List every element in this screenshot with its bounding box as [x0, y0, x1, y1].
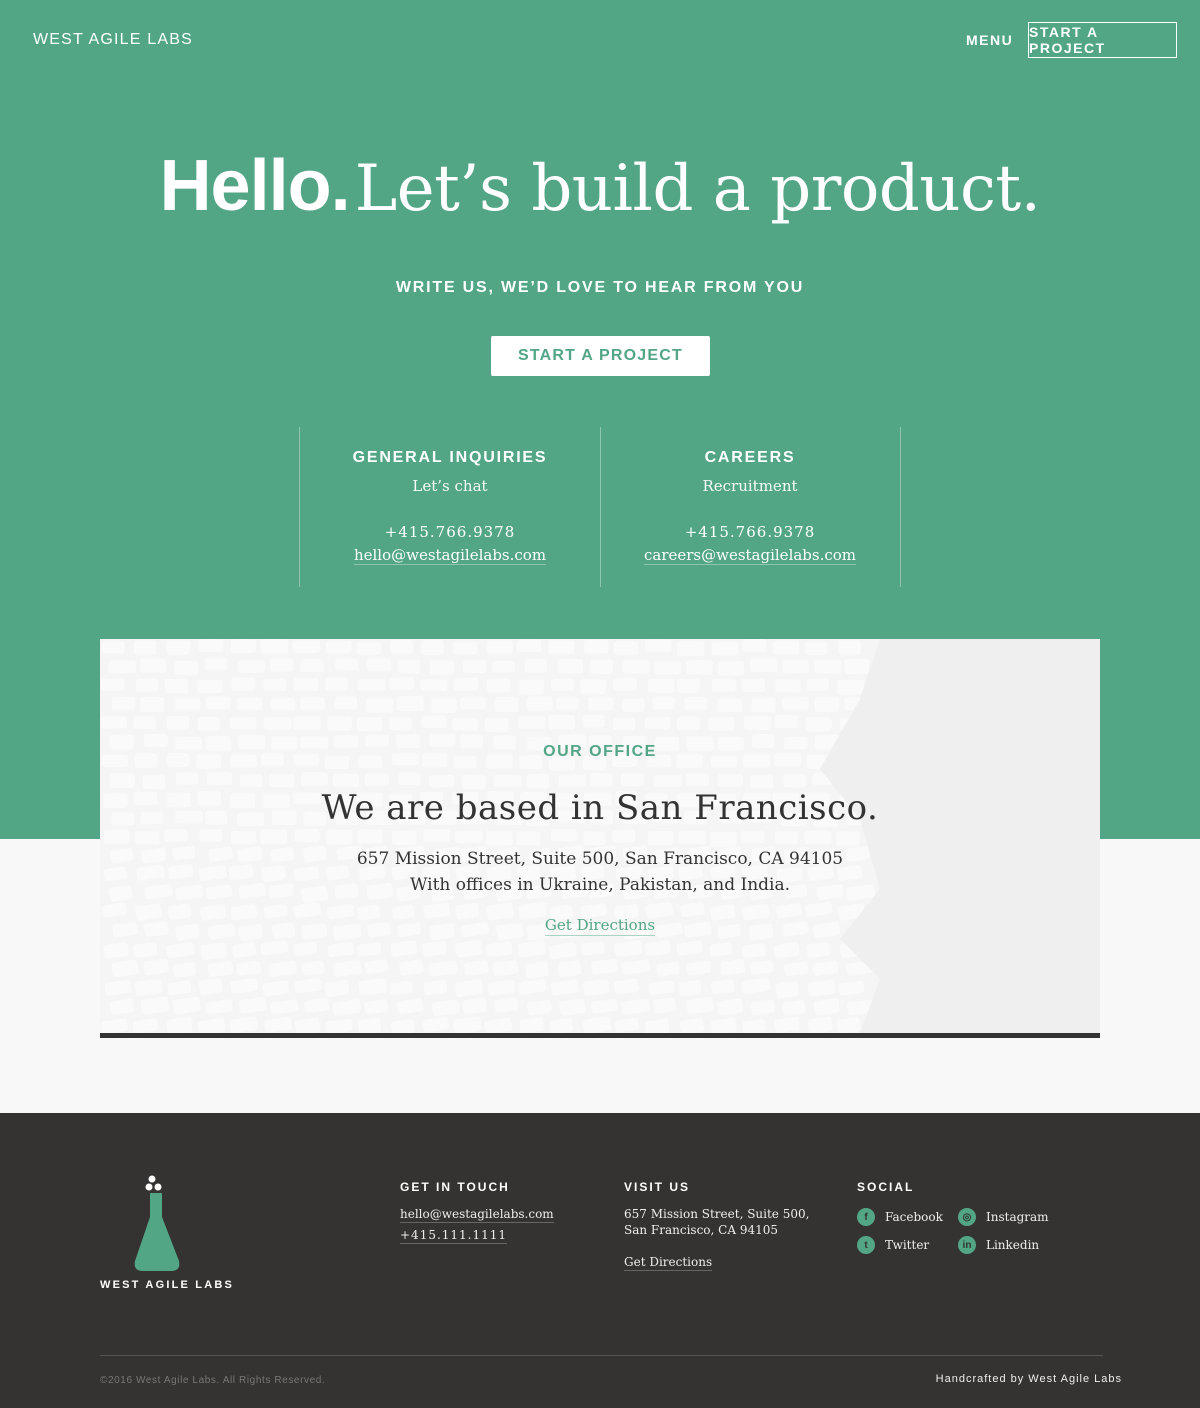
footer-heading: SOCIAL: [857, 1180, 915, 1194]
footer-visit-us: VISIT US 657 Mission Street, Suite 500, …: [624, 1180, 809, 1271]
footer-social: SOCIAL: [857, 1180, 914, 1196]
contact-careers: CAREERS Recruitment +415.766.9378 career…: [600, 449, 900, 565]
street-map-background: [100, 639, 1100, 1033]
social-label: Facebook: [885, 1210, 943, 1224]
office-label: OUR OFFICE: [543, 743, 657, 760]
social-label: Linkedin: [986, 1238, 1040, 1252]
contact-email-link[interactable]: hello@westagilelabs.com: [353, 546, 547, 565]
contact-desc: Recruitment: [702, 477, 798, 495]
hero-subhead: WRITE US, WE’D LOVE TO HEAR FROM YOU: [395, 279, 805, 296]
footer-email-link[interactable]: hello@westagilelabs.com: [400, 1206, 554, 1223]
footer-logo-text: WEST AGILE LABS: [100, 1279, 235, 1291]
copyright-text: ©2016 West Agile Labs. All Rights Reserv…: [100, 1375, 326, 1386]
social-instagram-link[interactable]: ◎ Instagram: [958, 1208, 1049, 1226]
footer-directions-link[interactable]: Get Directions: [624, 1254, 713, 1271]
footer-address-line: 657 Mission Street, Suite 500,: [624, 1207, 810, 1221]
footer-divider: [100, 1355, 1103, 1356]
site-logo[interactable]: WEST AGILE LABS: [33, 31, 193, 49]
social-twitter-link[interactable]: t Twitter: [857, 1236, 929, 1254]
footer: WEST AGILE LABS GET IN TOUCH hello@westa…: [0, 1113, 1200, 1408]
contact-title: GENERAL INQUIRIES: [352, 449, 548, 466]
facebook-icon: f: [857, 1208, 875, 1226]
footer-phone-link[interactable]: +415.111.1111: [400, 1227, 508, 1244]
nav-start-project-button[interactable]: START A PROJECT: [1028, 22, 1177, 58]
get-directions-link[interactable]: Get Directions: [544, 916, 656, 936]
headline-light: Let’s build a product.: [354, 152, 1041, 226]
linkedin-icon: in: [958, 1236, 976, 1254]
directions-wrap: Get Directions: [100, 915, 1100, 936]
twitter-icon: t: [857, 1236, 875, 1254]
contact-phone[interactable]: +415.766.9378: [600, 523, 900, 543]
office-card: OUR OFFICE We are based in San Francisco…: [100, 639, 1100, 1038]
contact-desc: Let’s chat: [412, 477, 488, 495]
social-linkedin-link[interactable]: in Linkedin: [958, 1236, 1039, 1254]
social-label: Instagram: [986, 1210, 1049, 1224]
office-address: 657 Mission Street, Suite 500, San Franc…: [100, 846, 1100, 898]
hero-start-project-button[interactable]: START A PROJECT: [491, 336, 710, 376]
social-facebook-link[interactable]: f Facebook: [857, 1208, 943, 1226]
contact-title: CAREERS: [704, 449, 796, 466]
footer-get-in-touch: GET IN TOUCH hello@westagilelabs.com +41…: [400, 1180, 554, 1244]
office-address-line: 657 Mission Street, Suite 500, San Franc…: [356, 849, 844, 869]
flask-logo-icon: [134, 1175, 180, 1271]
menu-button[interactable]: MENU: [966, 32, 1013, 48]
social-label: Twitter: [885, 1238, 930, 1252]
footer-heading: VISIT US: [624, 1180, 691, 1194]
office-heading: We are based in San Francisco.: [321, 788, 879, 828]
office-address-line: With offices in Ukraine, Pakistan, and I…: [409, 875, 791, 895]
headline-bold: Hello.: [159, 146, 351, 226]
divider: [900, 427, 901, 587]
credit-text: Handcrafted by West Agile Labs: [935, 1373, 1122, 1385]
hero-headline: Hello. Let’s build a product.: [0, 145, 1200, 227]
contact-general: GENERAL INQUIRIES Let’s chat +415.766.93…: [300, 449, 600, 565]
footer-address-line: San Francisco, CA 94105: [624, 1223, 778, 1237]
contact-email-link[interactable]: careers@westagilelabs.com: [643, 546, 857, 565]
instagram-icon: ◎: [958, 1208, 976, 1226]
footer-heading: GET IN TOUCH: [400, 1180, 510, 1194]
contact-phone[interactable]: +415.766.9378: [300, 523, 600, 543]
